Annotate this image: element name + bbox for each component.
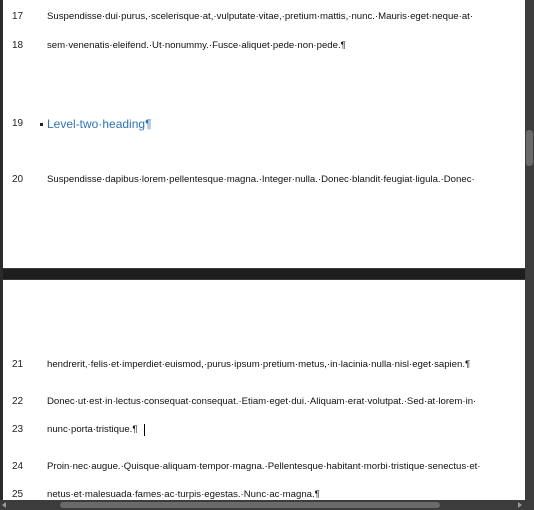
line-number: 17: [12, 11, 24, 22]
text-line[interactable]: 22 Donec·ut·est·in·lectus·consequat·cons…: [3, 394, 525, 410]
line-text[interactable]: Donec·ut·est·in·lectus·consequat·consequ…: [47, 394, 476, 410]
vertical-scrollbar[interactable]: [525, 0, 534, 500]
text-cursor: [144, 424, 145, 436]
horizontal-scrollbar-thumb[interactable]: [60, 502, 440, 508]
text-line[interactable]: 17 Suspendisse·dui·purus,·scelerisque·at…: [3, 9, 525, 25]
scroll-left-arrow-icon[interactable]: [2, 502, 6, 508]
horizontal-scrollbar[interactable]: [0, 500, 534, 510]
line-number: 20: [12, 174, 24, 185]
text-line[interactable]: 21 hendrerit,·felis·et·imperdiet·euismod…: [3, 357, 525, 373]
page-break-separator: [3, 268, 525, 280]
line-text[interactable]: Suspendisse·dapibus·lorem·pellentesque·m…: [47, 172, 475, 188]
line-number: 19: [12, 118, 24, 129]
line-number: 25: [12, 489, 24, 500]
document-viewport[interactable]: 17 Suspendisse·dui·purus,·scelerisque·at…: [0, 0, 534, 510]
line-text[interactable]: hendrerit,·felis·et·imperdiet·euismod,·p…: [47, 357, 470, 373]
text-line[interactable]: 18 sem·venenatis·eleifend.·Ut·nonummy.·F…: [3, 38, 525, 54]
line-number: 18: [12, 40, 24, 51]
level-two-heading[interactable]: Level-two·heading¶: [47, 116, 152, 132]
line-number: 23: [12, 424, 24, 435]
line-text[interactable]: Proin·nec·augue.·Quisque·aliquam·tempor·…: [47, 459, 481, 475]
text-line[interactable]: 25 netus·et·malesuada·fames·ac·turpis·eg…: [3, 487, 525, 500]
line-number: 21: [12, 359, 24, 370]
heading-line[interactable]: 19 Level-two·heading¶: [3, 116, 525, 132]
scroll-right-arrow-icon[interactable]: [518, 502, 522, 508]
text-line[interactable]: 20 Suspendisse·dapibus·lorem·pellentesqu…: [3, 172, 525, 188]
line-text[interactable]: sem·venenatis·eleifend.·Ut·nonummy.·Fusc…: [47, 38, 346, 54]
document-page[interactable]: 21 hendrerit,·felis·et·imperdiet·euismod…: [3, 280, 525, 500]
text-line[interactable]: 24 Proin·nec·augue.·Quisque·aliquam·temp…: [3, 459, 525, 475]
line-text[interactable]: nunc·porta·tristique.¶: [47, 422, 137, 438]
line-number: 24: [12, 461, 24, 472]
vertical-scrollbar-thumb[interactable]: [526, 130, 533, 166]
line-number: 22: [12, 396, 24, 407]
line-text[interactable]: netus·et·malesuada·fames·ac·turpis·egest…: [47, 487, 320, 500]
heading-paragraph-mark-icon: [40, 123, 43, 126]
text-line[interactable]: 23 nunc·porta·tristique.¶: [3, 422, 525, 438]
document-page[interactable]: 17 Suspendisse·dui·purus,·scelerisque·at…: [3, 0, 525, 268]
line-text[interactable]: Suspendisse·dui·purus,·scelerisque·at,·v…: [47, 9, 473, 25]
